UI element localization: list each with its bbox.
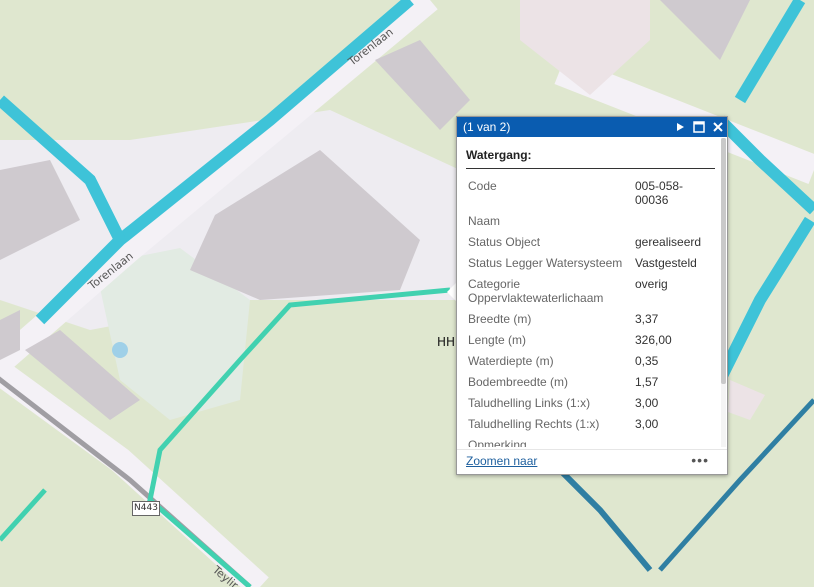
attribute-label: Bodembreedte (m): [468, 375, 569, 389]
attribute-label: Taludhelling Rechts (1:x): [468, 417, 600, 431]
attribute-value: 1,57: [635, 375, 659, 389]
attribute-label: Breedte (m): [468, 312, 532, 326]
attribute-label: Waterdiepte (m): [468, 354, 554, 368]
attribute-label: Status Object: [468, 235, 541, 249]
table-row: Lengte (m) 326,00: [466, 331, 715, 352]
close-icon[interactable]: [711, 120, 725, 134]
attribute-label: Categorie Oppervlaktewaterlichaam: [468, 277, 604, 305]
zoom-to-link[interactable]: Zoomen naar: [466, 454, 537, 468]
popup-controls: [673, 117, 725, 137]
table-row: Waterdiepte (m) 0,35: [466, 352, 715, 373]
table-row: Breedte (m) 3,37: [466, 310, 715, 331]
attribute-value: 0,35: [635, 354, 659, 368]
popup-pointer: [447, 283, 456, 301]
play-icon[interactable]: [673, 120, 687, 134]
attribute-label: Taludhelling Links (1:x): [468, 396, 591, 410]
attribute-label: Naam: [468, 214, 501, 228]
feature-label: HH: [437, 335, 456, 349]
attribute-value: Vastgesteld: [635, 256, 697, 270]
attribute-value: overig: [635, 277, 668, 291]
attribute-value: gerealiseerd: [635, 235, 702, 249]
scrollbar-thumb[interactable]: [721, 138, 726, 384]
attribute-label: Status Legger Watersysteem: [468, 256, 623, 270]
ellipsis-icon[interactable]: •••: [691, 452, 709, 468]
attribute-value: 3,37: [635, 312, 659, 326]
table-row: Status Legger Watersysteem Vastgesteld: [466, 254, 715, 275]
attribute-label: Opmerking: [468, 438, 527, 447]
pond: [112, 342, 128, 358]
table-row: Code 005-058-00036: [466, 177, 715, 212]
popup-title: (1 van 2): [463, 120, 511, 134]
attribute-label: Lengte (m): [468, 333, 527, 347]
attribute-label: Code: [468, 179, 497, 193]
table-row: Opmerking: [466, 436, 715, 447]
table-row: Categorie Oppervlaktewaterlichaam overig: [466, 275, 715, 310]
table-row: Naam: [466, 212, 715, 233]
attribute-value: [633, 436, 715, 447]
popup-content[interactable]: Watergang: Code 005-058-00036 Naam Status…: [457, 138, 719, 447]
table-row: Taludhelling Rechts (1:x) 3,00: [466, 415, 715, 436]
popup-titlebar: (1 van 2): [457, 117, 727, 137]
road-shield: N443: [132, 501, 160, 516]
attribute-value: 3,00: [635, 396, 659, 410]
table-row: Status Object gerealiseerd: [466, 233, 715, 254]
attribute-value: 005-058-00036: [635, 179, 684, 207]
attribute-table: Code 005-058-00036 Naam Status Object gere…: [466, 177, 715, 447]
feature-popup: (1 van 2) Watergang: Code 005-058-00036 N…: [456, 116, 728, 475]
maximize-icon[interactable]: [692, 120, 706, 134]
popup-actionbar: Zoomen naar •••: [457, 449, 727, 474]
attribute-value: 3,00: [635, 417, 659, 431]
attribute-value: 326,00: [635, 333, 672, 347]
attribute-value: [633, 212, 715, 233]
table-row: Bodembreedte (m) 1,57: [466, 373, 715, 394]
table-row: Taludhelling Links (1:x) 3,00: [466, 394, 715, 415]
popup-heading: Watergang:: [466, 148, 715, 169]
